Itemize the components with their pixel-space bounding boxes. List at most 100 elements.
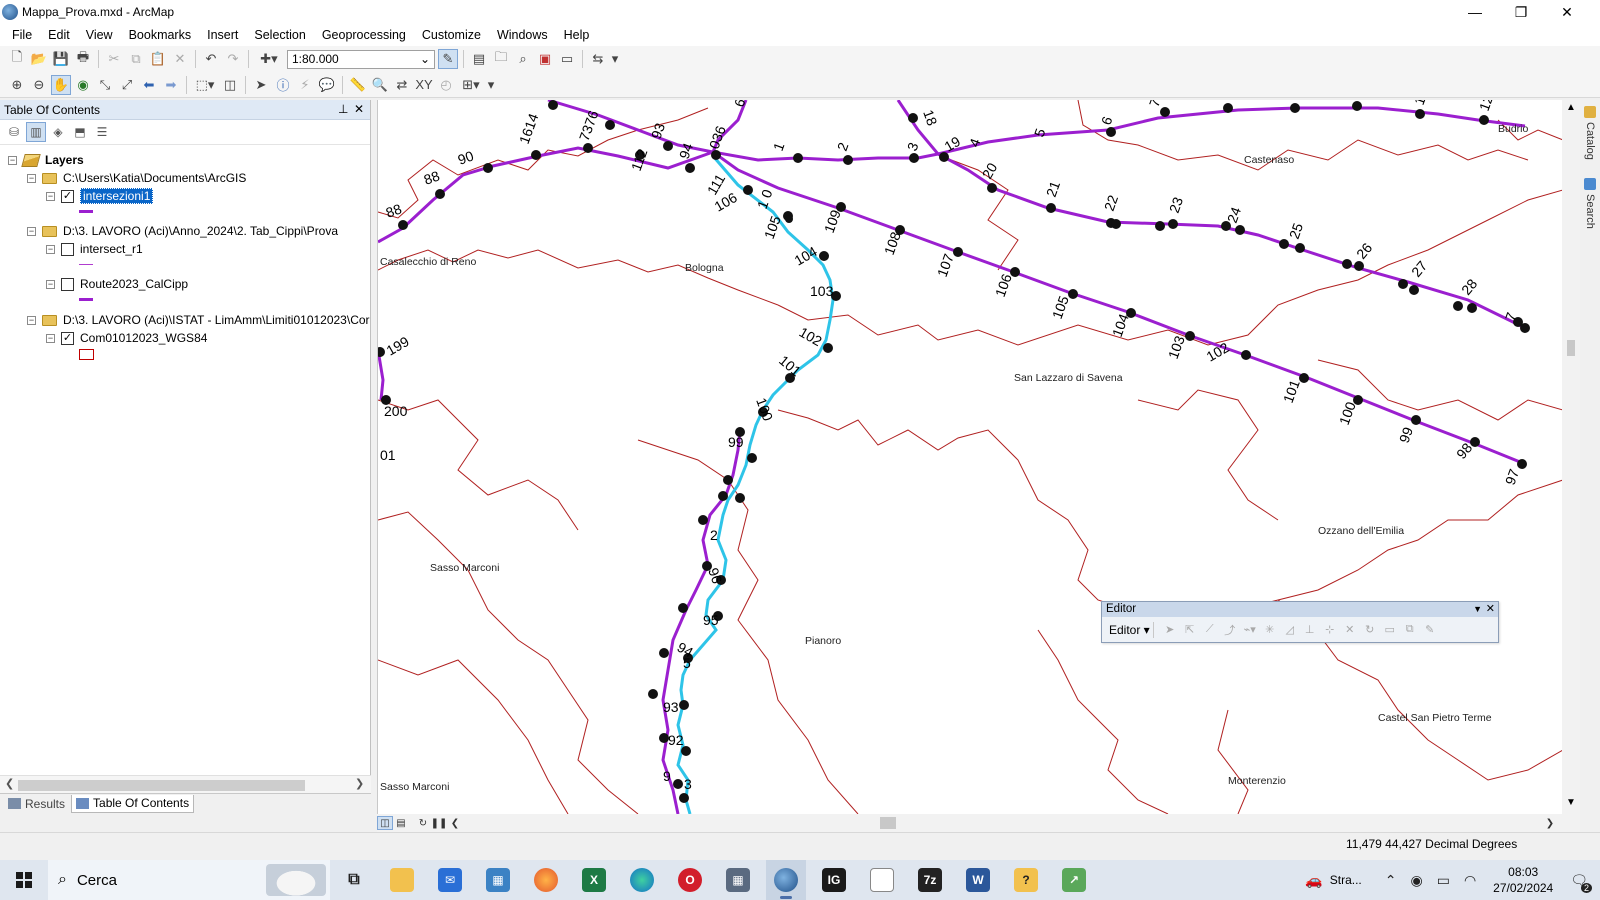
toc-group-3[interactable]: − D:\3. LAVORO (Aci)\ISTAT - LimAmm\Limi… [27,311,370,329]
notifications-icon[interactable]: 🗨 2 [1570,872,1592,893]
catalog-tab[interactable]: Catalog [1582,106,1598,160]
hyperlink-icon[interactable]: ⚡ [295,75,315,95]
start-button[interactable] [0,860,48,900]
select-features-icon[interactable]: ⬚▾ [192,75,218,95]
menu-view[interactable]: View [78,24,121,46]
polygon-symbol[interactable] [79,349,94,360]
create-viewer-icon[interactable]: ⊞▾ [458,75,484,95]
toc-close-icon[interactable]: ✕ [354,102,364,116]
close-button[interactable]: ✕ [1544,0,1590,24]
html-popup-icon[interactable]: 💬 [317,75,337,95]
scroll-up-icon[interactable]: ▲ [1566,102,1576,113]
straight-segment-icon[interactable]: ⟋ [1200,621,1220,639]
identify-icon[interactable]: ⓘ [273,75,293,95]
new-document-icon[interactable]: 🗋 [7,49,27,69]
menu-customize[interactable]: Customize [414,24,489,46]
layout-view-icon[interactable]: ▤ [393,816,409,830]
taskbar-opera[interactable]: O [670,860,710,900]
paste-icon[interactable]: 📋 [148,49,168,69]
tab-results[interactable]: Results [4,795,69,813]
toc-group-1[interactable]: − C:\Users\Katia\Documents\ArcGIS [27,169,246,187]
edit-annotation-icon[interactable]: ⇱ [1180,621,1200,639]
catalog-window-icon[interactable]: 🗀 [491,49,511,69]
rotate-icon[interactable]: ↻ [1360,621,1380,639]
scroll-left-icon[interactable]: ❮ [5,777,14,790]
minimize-button[interactable]: — [1452,0,1498,24]
toc-horizontal-scrollbar[interactable]: ❮ ❯ [0,775,371,793]
layer-name[interactable]: Route2023_CalCipp [80,277,188,291]
clear-selection-icon[interactable]: ◫ [220,75,240,95]
arctoolbox-icon[interactable]: ▣ [535,49,555,69]
table-of-contents-icon[interactable]: ▤ [469,49,489,69]
menu-bookmarks[interactable]: Bookmarks [121,24,200,46]
fixed-zoom-out-icon[interactable]: ⤢ [117,75,137,95]
list-by-visibility-icon[interactable]: ◈ [48,122,68,142]
copy-icon[interactable]: ⧉ [126,49,146,69]
attributes-icon[interactable]: ▭ [1380,621,1400,639]
editor-toolbar-titlebar[interactable]: Editor ▼ ✕ [1102,602,1498,617]
layer-visibility-checkbox[interactable]: ✓ [61,189,74,203]
model-builder-icon[interactable]: ⇆ [588,49,608,69]
toc-group-2[interactable]: − D:\3. LAVORO (Aci)\Anno_2024\2. Tab_Ci… [27,222,338,240]
taskbar-search-box[interactable]: ⌕ Cerca [48,860,330,900]
layer-intersezioni1[interactable]: − ✓ intersezioni1 [46,187,154,205]
webcam-icon[interactable]: ◉ [1410,872,1422,889]
layer-visibility-checkbox[interactable]: ✓ [61,331,74,345]
scroll-right-icon[interactable]: ❯ [1542,816,1558,830]
purple-routes[interactable] [378,100,1526,814]
line-symbol[interactable] [79,210,93,213]
taskbar-ig-app[interactable]: IG [814,860,854,900]
menu-windows[interactable]: Windows [489,24,556,46]
find-route-icon[interactable]: ⇄ [392,75,412,95]
taskbar-clock[interactable]: 08:03 27/02/2024 [1493,864,1553,896]
endpoint-arc-icon[interactable]: ⤴ [1220,621,1240,639]
menu-geoprocessing[interactable]: Geoprocessing [314,24,414,46]
redo-icon[interactable]: ↷ [223,49,243,69]
chevron-up-icon[interactable]: ⌃ [1385,872,1397,889]
layer-visibility-checkbox[interactable] [61,277,74,291]
wifi-icon[interactable]: ◠ [1464,872,1476,889]
add-data-icon[interactable]: ✚▾ [254,49,284,69]
layer-com01012023[interactable]: − ✓ Com01012023_WGS84 [46,329,207,347]
zoom-out-icon[interactable]: ⊖ [29,75,49,95]
traffic-widget-icon[interactable]: 🚗 [1305,872,1322,889]
reshape-icon[interactable]: ⊥ [1300,621,1320,639]
search-window-icon[interactable]: ⌕ [513,49,533,69]
map-canvas[interactable]: 88 88 90 1614 7376 112 93 94 036 111 106… [378,100,1562,814]
taskbar-calculator[interactable]: ▦ [718,860,758,900]
line-symbol[interactable] [79,298,93,301]
edit-tool-icon[interactable]: ➤ [1160,621,1180,639]
collapse-icon[interactable]: − [27,315,36,325]
save-icon[interactable]: 💾 [51,49,71,69]
taskbar-mail[interactable]: ✉ [430,860,470,900]
toolbar-overflow-icon[interactable]: ▾ [610,49,620,69]
menu-file[interactable]: File [4,24,40,46]
collapse-icon[interactable]: − [46,191,55,201]
data-view-icon[interactable]: ◫ [377,816,393,830]
layer-name[interactable]: intersect_r1 [80,242,143,256]
tray-widget-label[interactable]: Stra... [1330,873,1362,887]
list-by-source-icon[interactable]: ▥ [26,122,46,142]
taskbar-chart-app[interactable]: ↗ [1054,860,1094,900]
undo-icon[interactable]: ↶ [201,49,221,69]
tab-table-of-contents[interactable]: Table Of Contents [71,794,195,813]
task-view-button[interactable]: ⧉ [334,860,374,900]
layer-name[interactable]: Com01012023_WGS84 [80,331,207,345]
collapse-icon[interactable]: − [46,333,55,343]
menu-help[interactable]: Help [556,24,598,46]
menu-selection[interactable]: Selection [246,24,313,46]
taskbar-store[interactable]: ▦ [478,860,518,900]
taskbar-word[interactable]: W [958,860,998,900]
cut-icon[interactable]: ✂ [104,49,124,69]
go-to-xy-icon[interactable]: XY [414,75,434,95]
zoom-in-icon[interactable]: ⊕ [7,75,27,95]
point-icon[interactable]: ✳ [1260,621,1280,639]
layer-intersect-r1[interactable]: − intersect_r1 [46,240,143,258]
open-folder-icon[interactable]: 📂 [29,49,49,69]
map-view[interactable]: 88 88 90 1614 7376 112 93 94 036 111 106… [377,100,1562,814]
editor-menu-button[interactable]: Editor ▾ [1106,621,1154,638]
toolbar-overflow-icon[interactable]: ▾ [486,75,496,95]
select-elements-icon[interactable]: ➤ [251,75,271,95]
scroll-right-icon[interactable]: ❯ [355,777,364,790]
scroll-thumb[interactable] [880,817,896,829]
